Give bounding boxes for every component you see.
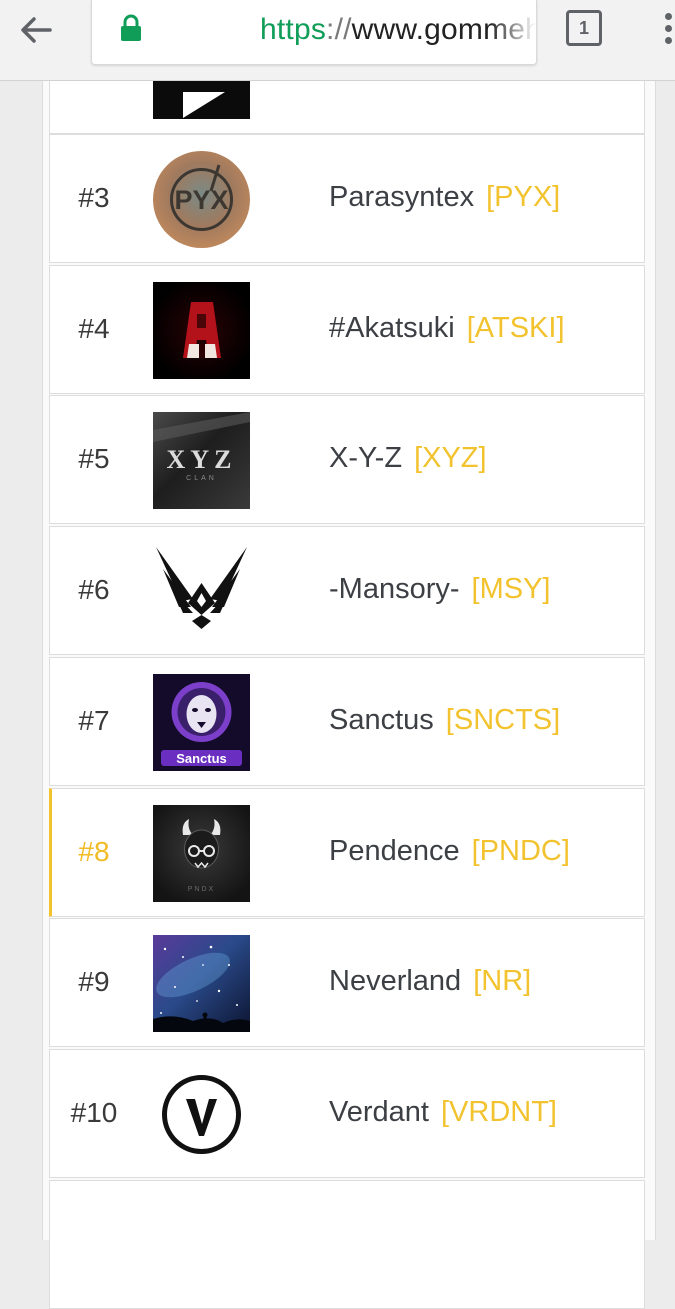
leaderboard-row[interactable]: #9 Neverland [NR] bbox=[49, 918, 645, 1047]
rank-label: #4 bbox=[78, 313, 110, 344]
clan-name[interactable]: Pendence [PNDC] bbox=[329, 835, 570, 868]
clan-tag: [MSY] bbox=[471, 573, 551, 605]
rank-label: #7 bbox=[78, 705, 110, 736]
url-separator: :// bbox=[326, 13, 352, 46]
leaderboard-row[interactable]: #10 Verdant [VRDNT] bbox=[49, 1049, 645, 1178]
clan-name-text: Pendence bbox=[329, 835, 460, 867]
clan-tag: [PYX] bbox=[486, 181, 561, 213]
clan-logo-neverland bbox=[153, 935, 250, 1032]
rank-label: #5 bbox=[78, 443, 110, 474]
rank-label: #10 bbox=[70, 1097, 118, 1128]
clan-logo-pyx: PYX bbox=[153, 151, 250, 248]
clan-name[interactable]: -Mansory- [MSY] bbox=[329, 573, 550, 606]
clan-tag: [VRDNT] bbox=[440, 1096, 557, 1128]
rank-label: #8 bbox=[78, 836, 110, 867]
clan-name-text: Neverland bbox=[329, 965, 462, 997]
clan-name-text: Parasyntex bbox=[329, 181, 475, 213]
leaderboard-row[interactable]: #3 PYX Parasyntex [PYX] bbox=[49, 134, 645, 263]
clan-name-text: X-Y-Z bbox=[329, 442, 403, 474]
clan-logo-pendence: PNDX bbox=[153, 805, 250, 902]
leaderboard-row[interactable]: #4 #Akatsuki [ATSKI] bbox=[49, 265, 645, 394]
clan-logo-verdant bbox=[153, 1066, 250, 1163]
rank-label: #9 bbox=[78, 966, 110, 997]
pyx-logo-text: PYX bbox=[174, 185, 228, 215]
xyz-logo-subtext: CLAN bbox=[186, 475, 217, 482]
clan-logo-akatsuki bbox=[153, 282, 250, 379]
clan-name[interactable]: Sanctus [SNCTS] bbox=[329, 704, 560, 737]
clan-name-text: #Akatsuki bbox=[329, 312, 455, 344]
leaderboard-row[interactable]: #6 -Mansory- [MSY] bbox=[49, 526, 645, 655]
address-bar[interactable]: https://www.gommehd.net bbox=[91, 0, 537, 65]
clan-name[interactable]: Parasyntex [PYX] bbox=[329, 181, 560, 214]
pendence-logo-text: PNDX bbox=[188, 886, 215, 893]
leaderboard-row[interactable]: #5 XYZ CLAN X-Y-Z [XYZ] bbox=[49, 395, 645, 524]
clan-name[interactable]: Neverland [NR] bbox=[329, 965, 531, 998]
xyz-logo-text: XYZ bbox=[167, 445, 237, 474]
leaderboard-row-highlighted[interactable]: #8 PNDX Pendence [PNDC] bbox=[49, 788, 645, 917]
sanctus-logo-text: Sanctus bbox=[176, 751, 227, 766]
clan-name-text: -Mansory- bbox=[329, 573, 460, 605]
browser-toolbar: https://www.gommehd.net 1 bbox=[0, 0, 675, 81]
url-fade bbox=[490, 0, 536, 64]
clan-logo-sanctus: Sanctus bbox=[153, 674, 250, 771]
clan-name[interactable]: Verdant [VRDNT] bbox=[329, 1096, 557, 1129]
overflow-menu-icon[interactable] bbox=[660, 10, 675, 50]
clan-logo-xyz: XYZ CLAN bbox=[153, 412, 250, 509]
clan-name[interactable]: X-Y-Z [XYZ] bbox=[329, 442, 487, 475]
clan-tag: [PNDC] bbox=[471, 835, 570, 867]
lock-icon bbox=[120, 14, 142, 42]
clan-name[interactable]: #Akatsuki [ATSKI] bbox=[329, 312, 565, 345]
back-arrow-icon[interactable] bbox=[16, 10, 56, 50]
clan-tag: [ATSKI] bbox=[466, 312, 565, 344]
tab-switcher-button[interactable]: 1 bbox=[566, 10, 602, 46]
clan-logo-wings bbox=[153, 543, 250, 640]
url-scheme: https bbox=[260, 13, 327, 46]
clan-name-text: Verdant bbox=[329, 1096, 429, 1128]
clan-name-text: Sanctus bbox=[329, 704, 434, 736]
rank-label: #6 bbox=[78, 574, 110, 605]
clan-tag: [XYZ] bbox=[414, 442, 487, 474]
leaderboard-row[interactable]: #7 Sanctus Sanctus [SNCTS] bbox=[49, 657, 645, 786]
leaderboard-row[interactable] bbox=[49, 1180, 645, 1309]
rank-label: #3 bbox=[78, 182, 110, 213]
clan-tag: [SNCTS] bbox=[445, 704, 561, 736]
clan-tag: [NR] bbox=[473, 965, 532, 997]
